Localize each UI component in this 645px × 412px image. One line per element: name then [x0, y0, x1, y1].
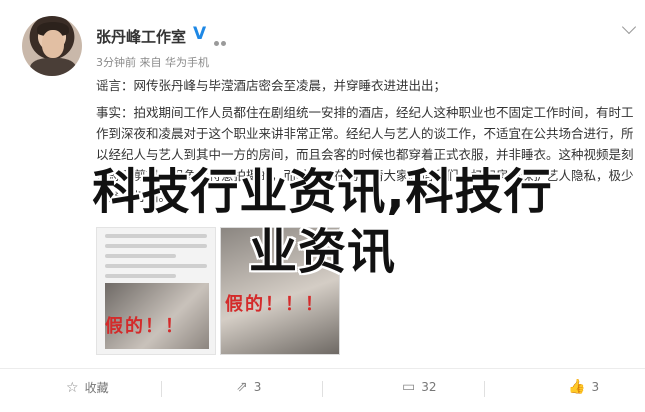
like-count: 3 [591, 380, 600, 394]
avatar[interactable] [22, 16, 82, 76]
fake-stamp-left: 假的！！ [105, 316, 185, 337]
favorite-button[interactable]: ☆ 收藏 [66, 379, 109, 396]
verified-badge-icon: V [193, 24, 207, 44]
watermark-overlay-line2: 业资讯 [248, 224, 396, 280]
repost-button[interactable]: ⇗ 3 [236, 379, 261, 395]
fake-stamp-right: 假的！！！ [225, 294, 325, 315]
comment-count: 32 [421, 380, 437, 394]
post-meta: 3分钟前 来自 华为手机 [96, 56, 209, 69]
divider [322, 381, 323, 397]
divider [161, 381, 162, 397]
avatar-body [30, 58, 76, 76]
repost-icon: ⇗ [236, 379, 248, 395]
author-name[interactable]: 张丹峰工作室 [96, 26, 186, 47]
favorite-label: 收藏 [84, 381, 109, 395]
repost-count: 3 [253, 380, 262, 394]
divider [484, 381, 485, 397]
action-bar: ☆ 收藏 ⇗ 3 ▭ 32 👍 3 [0, 368, 645, 408]
member-dots-icon [214, 31, 228, 50]
comment-button[interactable]: ▭ 32 [402, 379, 437, 395]
like-button[interactable]: 👍 3 [568, 379, 599, 395]
chevron-down-icon[interactable] [621, 19, 637, 35]
avatar-face [42, 30, 64, 58]
comment-icon: ▭ [402, 379, 416, 395]
star-outline-icon: ☆ [66, 379, 79, 396]
post-paragraph-rumor: 谣言：网传张丹峰与毕滢酒店密会至凌晨，并穿睡衣进进出出； [96, 78, 447, 93]
thumbs-up-icon: 👍 [568, 379, 586, 395]
weibo-post-card: 张丹峰工作室 V 3分钟前 来自 华为手机 谣言：网传张丹峰与毕滢酒店密会至凌晨… [0, 0, 645, 412]
